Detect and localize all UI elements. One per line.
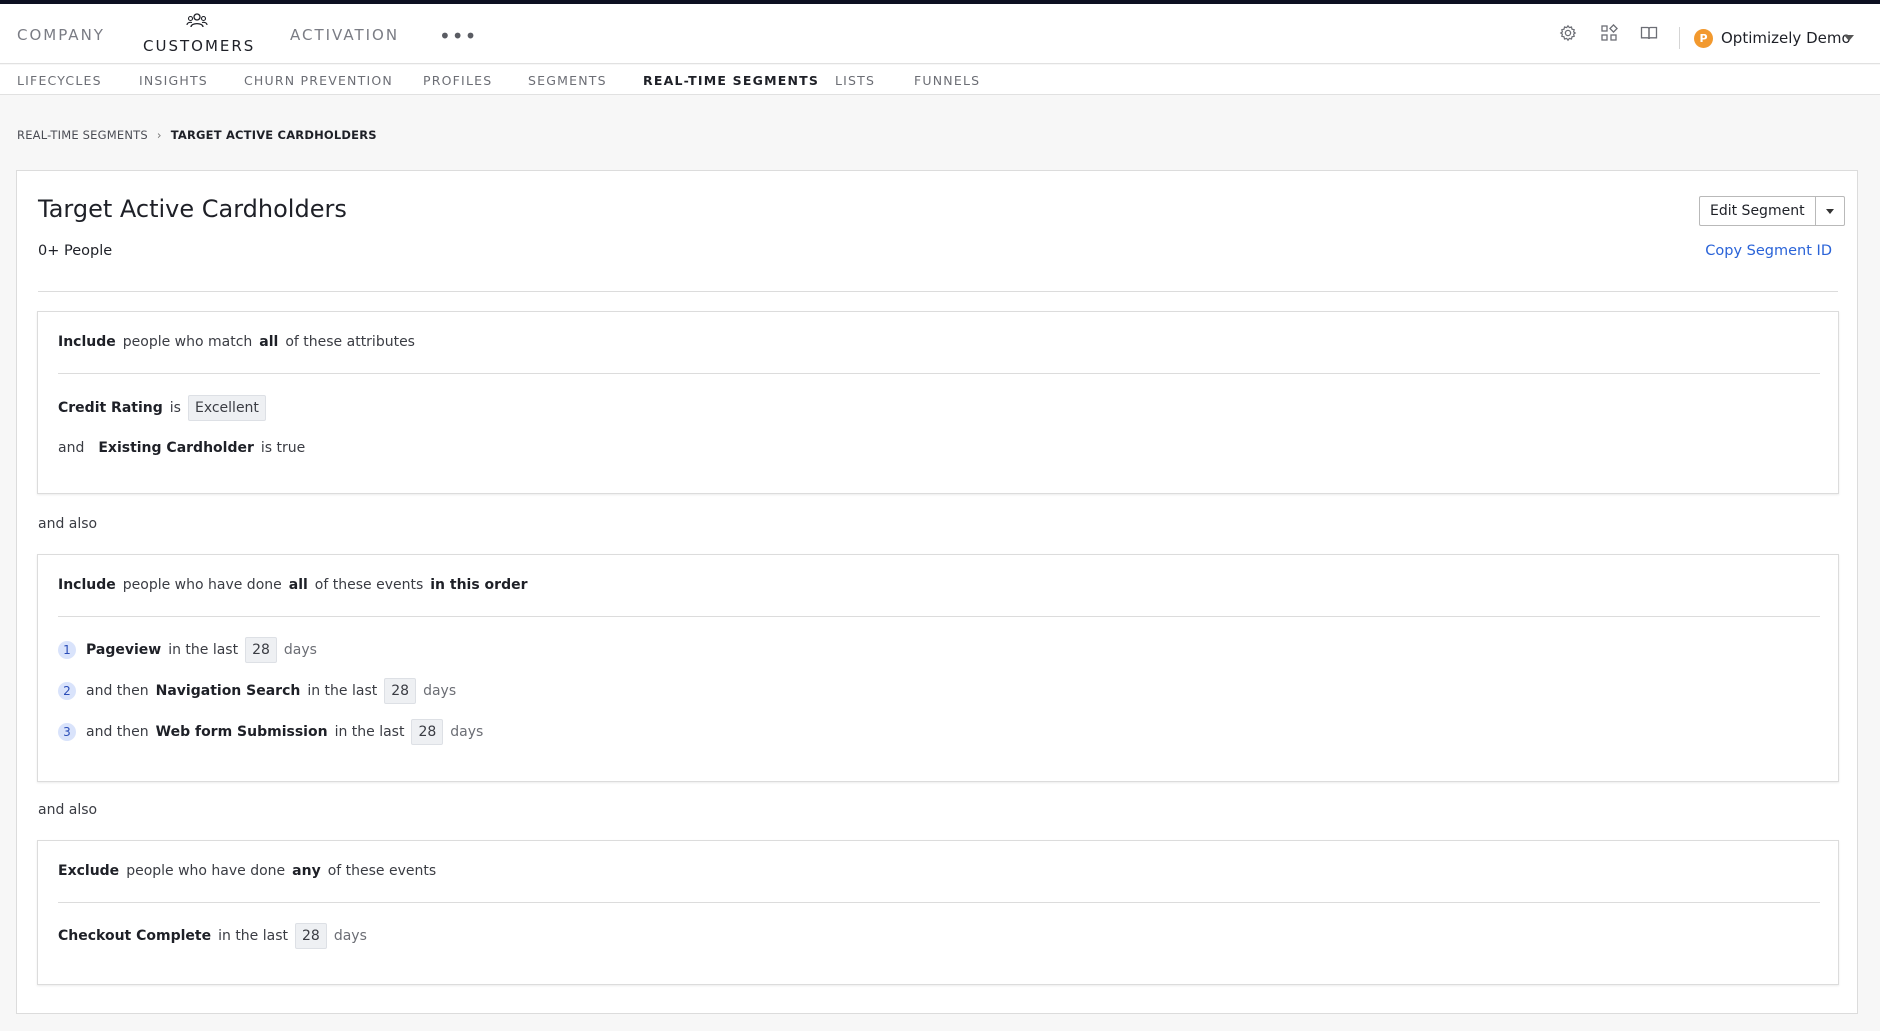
block-verb: Include: [58, 577, 116, 593]
block-verb: Include: [58, 334, 116, 350]
event-name: Checkout Complete: [58, 928, 212, 944]
caret-down-icon: [1825, 209, 1834, 214]
subnav-insights[interactable]: INSIGHTS: [139, 73, 208, 88]
copy-segment-id-link[interactable]: Copy Segment ID: [1705, 243, 1832, 259]
event-timeframe-value: 28: [384, 678, 417, 704]
block-quantifier: all: [288, 577, 308, 593]
account-dropdown-icon[interactable]: [1844, 35, 1854, 41]
block-pre-text: people who have done: [126, 863, 286, 879]
account-name[interactable]: Optimizely Demo: [1721, 29, 1851, 47]
more-menu-icon[interactable]: •••: [439, 24, 477, 48]
event-timeframe-unit: days: [333, 928, 367, 944]
block-post-text: of these events: [314, 577, 424, 593]
block-post-text: of these attributes: [285, 334, 415, 350]
condition-attribute: Credit Rating: [58, 400, 163, 416]
event-row: 2 and then Navigation Search in the last 28 d…: [58, 678, 456, 704]
top-navigation: COMPANY CUSTOMERS ACTIVATION ••• P Optim…: [0, 4, 1880, 64]
block-header: Exclude people who have done any of these e…: [58, 863, 436, 879]
event-name: Pageview: [86, 642, 162, 658]
block-header: Include people who have done all of these e…: [58, 577, 528, 593]
event-name: Web form Submission: [155, 724, 328, 740]
block-divider: [58, 616, 1820, 617]
block-divider: [58, 373, 1820, 374]
block-order: in this order: [430, 577, 528, 593]
nav-company[interactable]: COMPANY: [17, 26, 105, 44]
step-number-badge: 2: [58, 682, 76, 700]
documentation-book-icon[interactable]: [1640, 24, 1658, 42]
subnav-funnels[interactable]: FUNNELS: [914, 73, 980, 88]
edit-segment-button-group: Edit Segment: [1699, 196, 1845, 226]
condition-value: Excellent: [187, 395, 266, 421]
block-post-text: of these events: [327, 863, 437, 879]
account-avatar[interactable]: P: [1694, 29, 1713, 48]
event-row: 3 and then Web form Submission in the last 2…: [58, 719, 483, 745]
event-timeframe-unit: days: [423, 683, 457, 699]
customers-icon: [186, 13, 208, 28]
block-quantifier: any: [292, 863, 321, 879]
nav-customers[interactable]: CUSTOMERS: [143, 37, 255, 55]
block-verb: Exclude: [58, 863, 120, 879]
people-count: 0+ People: [38, 243, 112, 259]
subnav-profiles[interactable]: PROFILES: [423, 73, 492, 88]
condition-row: and Existing Cardholder is true: [58, 440, 305, 456]
condition-operator: is true: [260, 440, 306, 456]
event-timeframe-value: 28: [295, 923, 327, 949]
condition-conjunction: and: [58, 440, 85, 456]
sub-navigation: LIFECYCLES INSIGHTS CHURN PREVENTION PRO…: [0, 65, 1880, 95]
and-also-connector: and also: [38, 516, 98, 532]
include-events-block: Include people who have done all of these e…: [37, 554, 1839, 782]
nav-activation[interactable]: ACTIVATION: [290, 26, 399, 44]
page-title: Target Active Cardholders: [38, 195, 347, 223]
condition-operator: is: [169, 400, 181, 416]
block-pre-text: people who match: [122, 334, 253, 350]
settings-gear-icon[interactable]: [1559, 24, 1577, 42]
event-row: Checkout Complete in the last 28 days: [58, 923, 367, 949]
breadcrumb: REAL-TIME SEGMENTS › TARGET ACTIVE CARDHOL…: [17, 128, 377, 142]
edit-segment-button[interactable]: Edit Segment: [1700, 197, 1816, 225]
breadcrumb-parent[interactable]: REAL-TIME SEGMENTS: [17, 128, 148, 142]
event-timeframe-text: in the last: [168, 642, 239, 658]
edit-segment-dropdown-button[interactable]: [1816, 197, 1844, 225]
people-count-value: 0+: [38, 243, 60, 259]
segment-card: Target Active Cardholders 0+ People Edit…: [16, 170, 1858, 1014]
event-conjunction: and then: [86, 724, 149, 740]
exclude-events-block: Exclude people who have done any of these e…: [37, 840, 1839, 985]
subnav-lifecycles[interactable]: LIFECYCLES: [17, 73, 102, 88]
step-number-badge: 3: [58, 723, 76, 741]
block-header: Include people who match all of these attri…: [58, 334, 415, 350]
breadcrumb-current: TARGET ACTIVE CARDHOLDERS: [170, 128, 377, 142]
toolbar-divider: [1679, 27, 1680, 49]
block-pre-text: people who have done: [122, 577, 282, 593]
event-name: Navigation Search: [155, 683, 301, 699]
event-timeframe-unit: days: [450, 724, 484, 740]
event-timeframe-value: 28: [245, 637, 277, 663]
event-row: 1 Pageview in the last 28 days: [58, 637, 317, 663]
event-timeframe-text: in the last: [307, 683, 378, 699]
step-number-badge: 1: [58, 641, 76, 659]
and-also-connector: and also: [38, 802, 98, 818]
include-attributes-block: Include people who match all of these attri…: [37, 311, 1839, 494]
subnav-churn-prevention[interactable]: CHURN PREVENTION: [244, 73, 393, 88]
block-quantifier: all: [259, 334, 279, 350]
subnav-lists[interactable]: LISTS: [835, 73, 875, 88]
chevron-right-icon: ›: [156, 128, 162, 142]
condition-attribute: Existing Cardholder: [98, 440, 254, 456]
event-timeframe-unit: days: [283, 642, 317, 658]
people-count-label: People: [63, 243, 113, 259]
apps-grid-icon[interactable]: [1600, 24, 1618, 42]
block-divider: [58, 902, 1820, 903]
event-conjunction: and then: [86, 683, 149, 699]
event-timeframe-value: 28: [411, 719, 444, 745]
event-timeframe-text: in the last: [218, 928, 288, 944]
subnav-segments[interactable]: SEGMENTS: [528, 73, 607, 88]
condition-row: Credit Rating is Excellent: [58, 395, 266, 421]
header-divider: [38, 291, 1838, 292]
subnav-real-time-segments[interactable]: REAL-TIME SEGMENTS: [643, 73, 819, 88]
event-timeframe-text: in the last: [334, 724, 405, 740]
